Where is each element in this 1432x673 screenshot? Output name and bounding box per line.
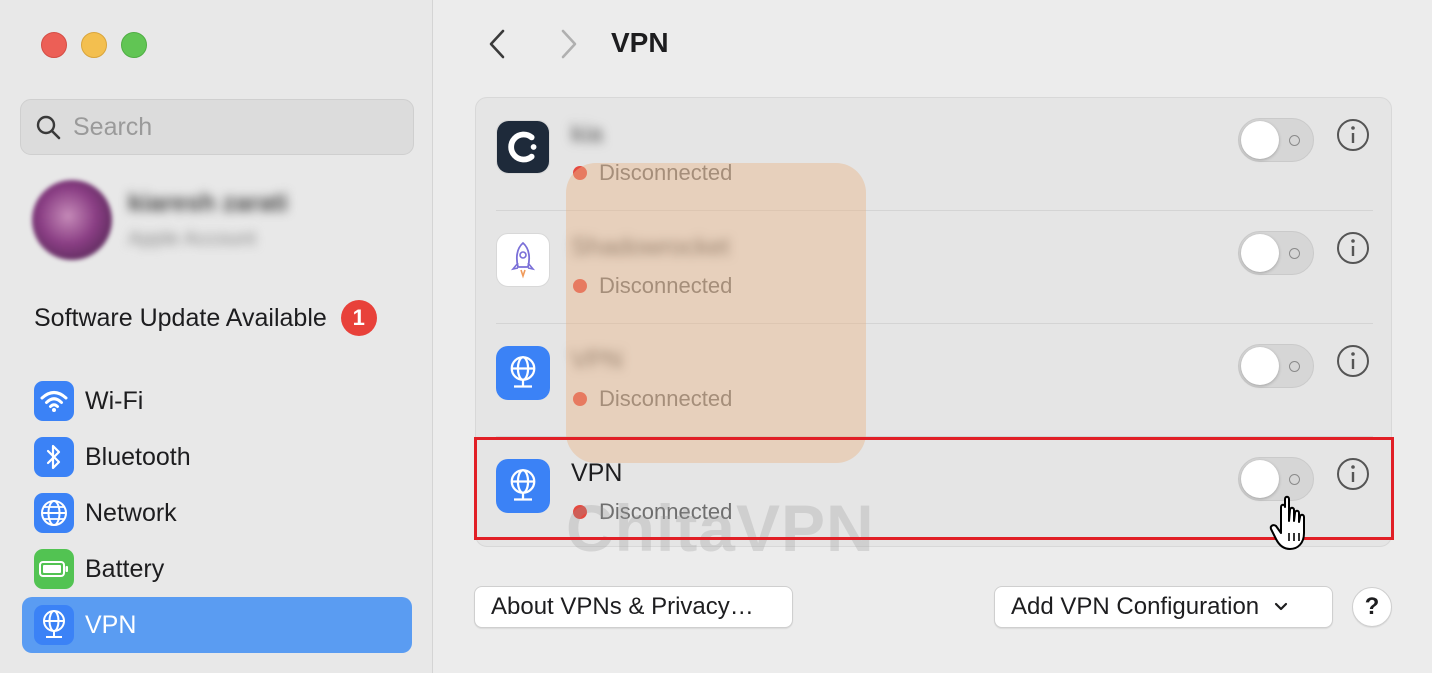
minimize-window-button[interactable] [81,32,107,58]
vpn-globe-icon [496,346,550,400]
back-button[interactable] [482,26,512,62]
wifi-icon [34,381,74,421]
vpn-toggle[interactable] [1238,118,1314,162]
help-button[interactable]: ? [1352,587,1392,627]
info-icon[interactable] [1336,231,1370,265]
rocket-icon [496,233,550,287]
about-button-label: About VPNs & Privacy… [491,593,754,620]
sidebar-item-network[interactable]: Network [22,485,412,541]
search-input[interactable] [73,112,393,142]
chevron-right-icon [561,29,577,59]
about-vpns-privacy-button[interactable]: About VPNs & Privacy… [474,586,793,628]
cisco-anyconnect-icon [496,120,550,174]
vpn-toggle[interactable] [1238,231,1314,275]
sidebar: kiaresh zarati Apple Account Software Up… [0,0,433,673]
page-title: VPN [611,27,669,58]
update-count-badge: 1 [340,300,377,336]
info-icon[interactable] [1336,344,1370,378]
sidebar-item-wifi[interactable]: Wi-Fi [22,373,412,429]
battery-icon [34,549,74,589]
vpn-globe-icon [34,605,74,645]
zoom-window-button[interactable] [121,32,147,58]
chevron-down-icon [1275,602,1288,611]
account-subtitle: Apple Account [128,228,256,250]
add-vpn-configuration-button[interactable]: Add VPN Configuration [994,586,1333,628]
account-name: kiaresh zarati [128,189,288,217]
sidebar-item-vpn[interactable]: VPN [22,597,412,653]
sidebar-item-bluetooth[interactable]: Bluetooth [22,429,412,485]
sidebar-item-label: Wi-Fi [85,386,144,415]
add-button-label: Add VPN Configuration [1011,593,1260,620]
highlight-annotation [474,437,1394,540]
sidebar-item-label: Network [85,498,177,527]
sidebar-item-label: VPN [85,610,137,639]
magnifying-glass-icon [36,115,61,140]
software-update-label: Software Update Available [34,303,327,332]
chevron-left-icon [489,29,505,59]
apple-account[interactable]: kiaresh zarati Apple Account [32,180,288,260]
bluetooth-icon [34,437,74,477]
globe-icon [34,493,74,533]
sidebar-item-battery[interactable]: Battery [22,541,412,597]
sidebar-item-label: Battery [85,554,165,583]
vpn-toggle[interactable] [1238,344,1314,388]
watermark-logo [566,163,866,463]
info-icon[interactable] [1336,118,1370,152]
sidebar-nav: Wi-Fi Bluetooth Network Battery VPN [22,373,412,653]
hand-cursor-icon [1269,495,1305,550]
close-window-button[interactable] [41,32,67,58]
search-field[interactable] [20,99,414,155]
history-navigation [482,26,584,62]
software-update-item[interactable]: Software Update Available 1 [34,300,377,336]
vpn-name: kia [571,120,603,148]
avatar [32,180,112,260]
forward-button[interactable] [554,26,584,62]
sidebar-item-label: Bluetooth [85,442,191,471]
